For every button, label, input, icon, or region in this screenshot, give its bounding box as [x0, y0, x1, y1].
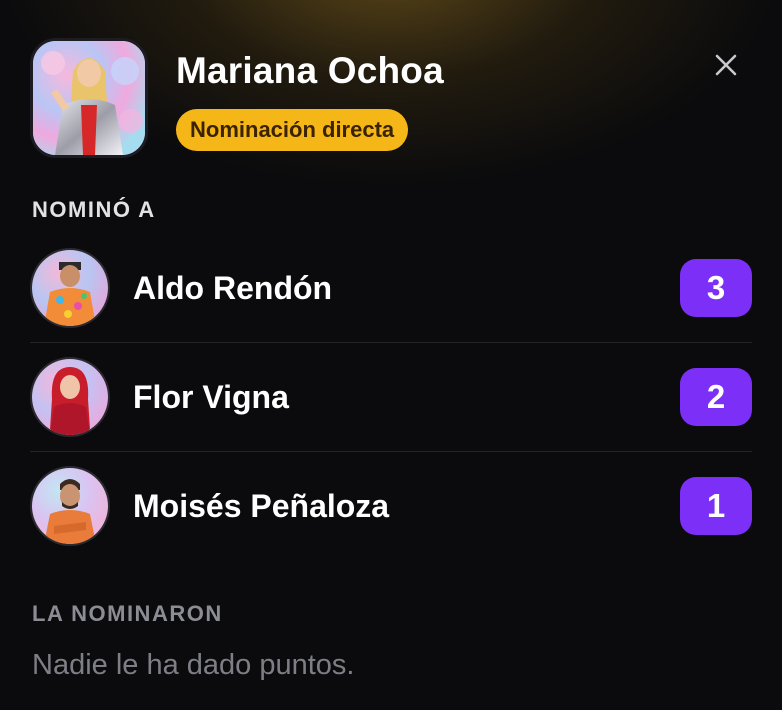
empty-state-text: Nadie le ha dado puntos.	[32, 649, 355, 681]
points-badge: 1	[680, 477, 752, 535]
list-item[interactable]: Aldo Rendón 3	[30, 234, 752, 343]
profile-info: Mariana Ochoa Nominación directa	[176, 38, 444, 152]
avatar	[30, 466, 110, 546]
contestant-photo-icon	[32, 468, 108, 544]
avatar	[30, 357, 110, 437]
contestant-photo-icon	[32, 250, 108, 326]
nomination-detail-panel: Mariana Ochoa Nominación directa NOMINÓ …	[0, 0, 782, 710]
contestant-name: Mariana Ochoa	[176, 50, 444, 91]
profile-header: Mariana Ochoa Nominación directa	[30, 38, 444, 158]
list-item[interactable]: Flor Vigna 2	[30, 343, 752, 452]
nominee-name: Flor Vigna	[133, 378, 289, 415]
nominee-name: Aldo Rendón	[133, 269, 333, 306]
contestant-photo-icon	[33, 41, 145, 155]
nominee-name: Moisés Peñaloza	[133, 487, 390, 524]
list-item[interactable]: Moisés Peñaloza 1	[30, 452, 752, 560]
points-badge: 3	[680, 259, 752, 317]
close-button[interactable]	[708, 48, 744, 84]
close-icon	[715, 54, 737, 76]
contestant-photo-icon	[32, 359, 108, 435]
contestant-avatar	[30, 38, 148, 158]
nominated-section-title: NOMINÓ A	[32, 197, 156, 222]
nominated-by-section-title: LA NOMINARON	[32, 601, 223, 626]
nomination-badge: Nominación directa	[176, 109, 409, 152]
points-badge: 2	[680, 368, 752, 426]
avatar	[30, 248, 110, 328]
nominated-list: Aldo Rendón 3 Flor Vigna 2 Moisés Peñalo…	[30, 234, 752, 560]
